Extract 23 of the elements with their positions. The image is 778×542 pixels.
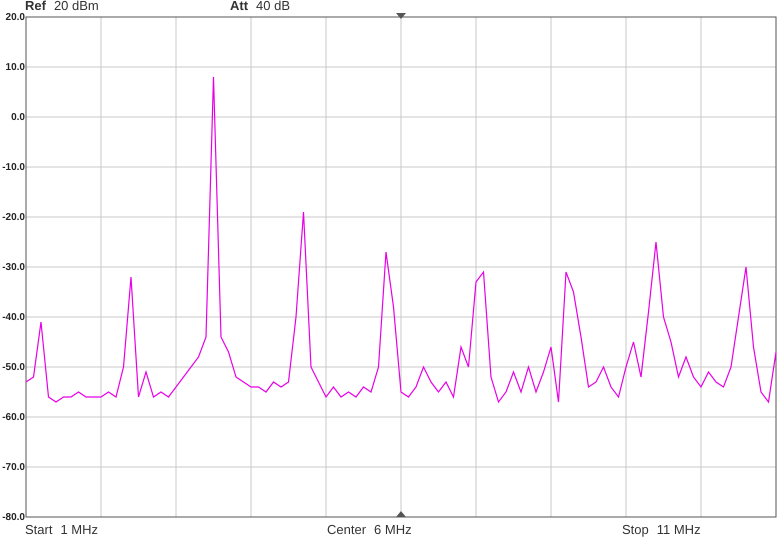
frequency-label: Center xyxy=(327,524,366,536)
frequency-label: Start xyxy=(25,524,52,536)
center-marker-icon xyxy=(396,511,406,517)
y-tick-label: -20.0 xyxy=(2,212,25,223)
frequency-value: 6 MHz xyxy=(374,524,412,536)
frequency-label: Stop xyxy=(622,524,649,536)
y-tick-label: 0.0 xyxy=(11,112,25,123)
setting-label: Ref xyxy=(25,0,46,12)
setting-label: Att xyxy=(230,0,248,12)
y-tick-label: -70.0 xyxy=(2,462,25,473)
y-tick-label: -10.0 xyxy=(2,162,25,173)
y-tick-label: -80.0 xyxy=(2,512,25,523)
y-tick-label: 20.0 xyxy=(6,12,25,23)
y-tick-label: -60.0 xyxy=(2,412,25,423)
y-tick-label: 10.0 xyxy=(6,62,25,73)
y-tick-label: -30.0 xyxy=(2,262,25,273)
frequency-value: 1 MHz xyxy=(60,524,98,536)
center-marker-icon xyxy=(396,13,406,19)
setting-value: 40 dB xyxy=(256,0,290,12)
y-tick-label: -40.0 xyxy=(2,312,25,323)
y-tick-label: -50.0 xyxy=(2,362,25,373)
setting-value: 20 dBm xyxy=(54,0,99,12)
frequency-value: 11 MHz xyxy=(656,524,701,536)
